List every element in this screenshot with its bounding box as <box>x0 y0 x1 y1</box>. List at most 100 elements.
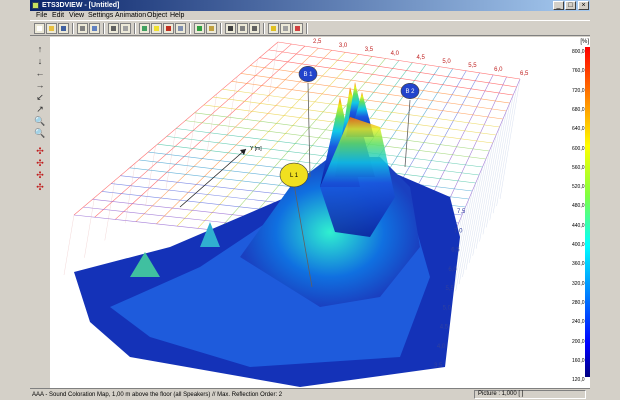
source-marker-label: B 2 <box>405 89 415 95</box>
export-icon[interactable] <box>89 23 100 34</box>
menu-object[interactable]: Object <box>147 11 167 20</box>
y-tick-label: 3,5 <box>434 363 443 369</box>
move-tool-red-4-icon[interactable]: ✣ <box>34 181 46 193</box>
menu-settings[interactable]: Settings <box>88 11 113 20</box>
move-tool-red-2-icon[interactable]: ✣ <box>34 157 46 169</box>
menu-bar: File Edit View Settings Animation Object… <box>30 11 590 20</box>
camera-glyph <box>240 26 245 31</box>
source-marker-label: L 1 <box>290 173 299 179</box>
scale-tick-label: 360,0 <box>572 261 585 268</box>
export-glyph <box>92 26 97 31</box>
menu-animation[interactable]: Animation <box>115 11 146 20</box>
scale-tick-label: 320,0 <box>572 280 585 287</box>
pan-down-icon[interactable]: ↓ <box>34 55 46 67</box>
title-bar[interactable]: ETS3DVIEW - [Untitled] _ □ × <box>30 0 590 11</box>
x-tick-label: 3,5 <box>365 47 374 53</box>
x-tick-label: 6,5 <box>520 71 529 77</box>
scale-tick-label: 400,0 <box>572 242 585 248</box>
zoom-in-icon[interactable]: 🔍 <box>34 115 46 127</box>
map-glyph <box>209 26 214 31</box>
menu-view[interactable]: View <box>69 11 84 20</box>
menu-file[interactable]: File <box>36 11 47 20</box>
app-icon <box>32 2 39 9</box>
grid-line <box>125 163 136 224</box>
grid-line <box>165 128 177 189</box>
close-button[interactable]: × <box>578 1 589 10</box>
animate-icon[interactable] <box>249 23 260 34</box>
room-view-glyph <box>142 26 147 31</box>
3d-plot-view[interactable]: B 1 B 2 L 1 2,5 3,0 3,5 4,0 4,5 5,0 5,5 6,0 6,5 7,5… <box>50 37 572 388</box>
copy-icon[interactable] <box>77 23 88 34</box>
wrench-icon[interactable] <box>280 23 291 34</box>
menu-edit[interactable]: Edit <box>52 11 64 20</box>
pan-left-icon[interactable]: ← <box>34 67 46 79</box>
open-folder-icon[interactable] <box>46 23 57 34</box>
print-preview-icon[interactable] <box>120 23 131 34</box>
grid-line <box>479 126 500 242</box>
scale-tick-label: 680,0 <box>572 106 585 113</box>
grid-line <box>469 150 490 263</box>
3d-surface-plot[interactable]: B 1 B 2 L 1 2,5 3,0 3,5 4,0 4,5 5,0 5,5 6,0 6,5 7,5… <box>50 37 572 388</box>
rotate-right-icon[interactable]: ↗ <box>34 103 46 115</box>
grid-line <box>206 93 217 154</box>
grid-line <box>462 166 483 278</box>
scale-tick-label: 640,0 <box>572 126 585 133</box>
light-bulb-icon[interactable] <box>151 23 162 34</box>
rotate-left-icon[interactable]: ↙ <box>34 91 46 103</box>
x-tick-label: 5,5 <box>468 63 477 69</box>
y-tick-label: 7,5 <box>457 209 466 215</box>
status-picture: Picture : 1,000 [ ] <box>474 390 586 399</box>
app-window: ETS3DVIEW - [Untitled] _ □ × File Edit V… <box>30 0 590 400</box>
move-tool-red-3-icon[interactable]: ✣ <box>34 169 46 181</box>
grid-line <box>472 142 493 256</box>
color-icon[interactable] <box>292 23 303 34</box>
help-icon[interactable] <box>268 23 279 34</box>
y-axis-label: Y [m] <box>250 146 262 152</box>
image-icon[interactable] <box>225 23 236 34</box>
scale-tick-label: 720,0 <box>572 87 585 94</box>
toolbar-separator <box>189 23 191 34</box>
speaker-red-icon[interactable] <box>163 23 174 34</box>
menu-help[interactable]: Help <box>170 11 184 20</box>
chart-icon[interactable] <box>194 23 205 34</box>
scale-tick-label: 800,0 <box>572 49 585 55</box>
grid-line <box>486 110 507 228</box>
minimize-button[interactable]: _ <box>553 1 564 10</box>
scale-tick-label: 200,0 <box>572 338 585 345</box>
pan-up-icon[interactable]: ↑ <box>34 43 46 55</box>
light-bulb-glyph <box>154 26 159 31</box>
print-icon[interactable] <box>108 23 119 34</box>
grid-line <box>186 111 197 172</box>
zoom-out-icon[interactable]: 🔍 <box>34 127 46 139</box>
y-axis-arrow <box>179 148 247 208</box>
camera-icon[interactable] <box>237 23 248 34</box>
cube-icon[interactable] <box>175 23 186 34</box>
scale-tick-label: 520,0 <box>572 184 585 191</box>
save-glyph <box>61 26 66 31</box>
y-tick-label: 5,0 <box>443 305 452 311</box>
speaker-red-glyph <box>166 26 171 31</box>
grid-line <box>227 76 238 137</box>
wrench-glyph <box>283 26 288 31</box>
source-marker-label: B 1 <box>303 72 313 78</box>
y-tick-label: 6,5 <box>451 248 460 254</box>
color-scale: [%] 800,0 760,0 720,0 680,0 640,0 600,0 560,0 5… <box>572 37 590 388</box>
new-file-icon[interactable] <box>34 23 45 34</box>
grid-line <box>489 102 510 221</box>
grid-line <box>499 78 521 200</box>
marker-pole <box>404 99 411 168</box>
animate-glyph <box>252 26 257 31</box>
save-icon[interactable] <box>58 23 69 34</box>
map-icon[interactable] <box>206 23 217 34</box>
pan-right-icon[interactable]: → <box>34 79 46 91</box>
grid-line <box>475 134 497 249</box>
y-tick-label: 7,0 <box>454 228 463 234</box>
toolbar-separator <box>220 23 222 34</box>
scale-unit: [%] <box>580 39 589 45</box>
new-file-glyph <box>37 26 42 31</box>
x-tick-label: 6,0 <box>494 67 503 73</box>
status-text: AAA - Sound Coloration Map, 1,00 m above… <box>32 392 283 398</box>
room-view-icon[interactable] <box>139 23 150 34</box>
move-tool-red-1-icon[interactable]: ✣ <box>34 145 46 157</box>
maximize-button[interactable]: □ <box>565 1 576 10</box>
